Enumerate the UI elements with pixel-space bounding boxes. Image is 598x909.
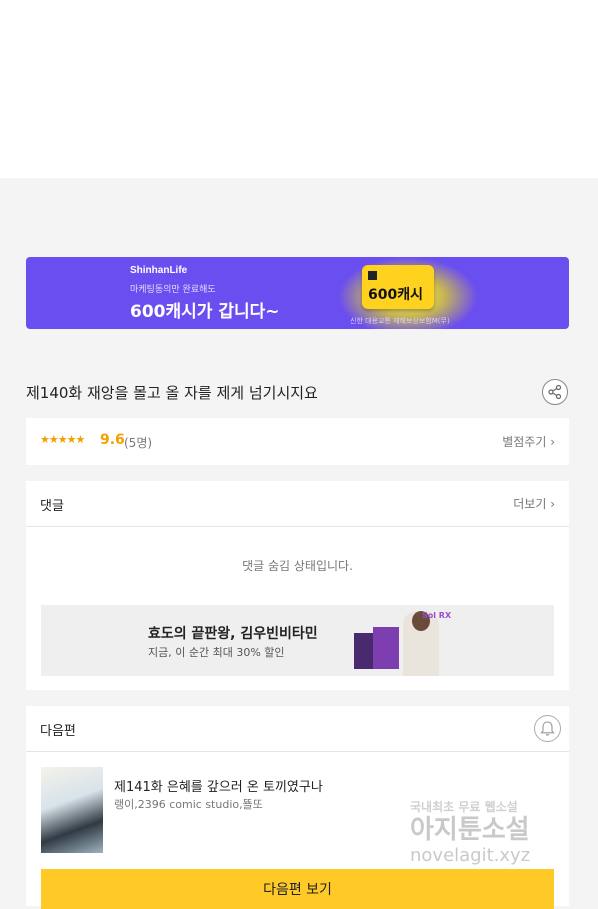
share-icon xyxy=(548,384,562,400)
cash-logo-icon xyxy=(368,271,377,280)
rate-button[interactable]: 별점주기 › xyxy=(502,433,555,450)
ad-title: 효도의 끝판왕, 김우빈비타민 xyxy=(148,626,318,642)
comments-title: 댓글 xyxy=(40,499,64,514)
product-box-image xyxy=(373,627,399,669)
watermark-line2: 아지툰소설 xyxy=(410,815,530,845)
vitamin-ad[interactable]: 효도의 끝판왕, 김우빈비타민 지금, 이 순간 최대 30% 할인 Sol R… xyxy=(41,605,554,676)
ad-logo: Sol RX xyxy=(422,611,452,620)
comments-hidden-message: 댓글 숨김 상태입니다. xyxy=(242,559,353,573)
banner-subline: 마케팅동의만 완료해도 xyxy=(130,285,216,295)
star-rating: ★★★★★ xyxy=(40,433,85,446)
top-blank-area xyxy=(0,0,598,178)
site-watermark: 국내최초 무료 웹소설 아지툰소설 novelagit.xyz xyxy=(410,798,580,866)
comments-panel: 댓글 더보기 › 댓글 숨김 상태입니다. 효도의 끝판왕, 김우빈비타민 지금… xyxy=(26,481,569,690)
rating-panel: ★★★★★ 9.6 (5명) 별점주기 › xyxy=(26,418,569,465)
share-button[interactable] xyxy=(542,379,568,405)
next-episode-title[interactable]: 제141화 은혜를 갚으러 온 토끼였구나 xyxy=(114,776,323,795)
bell-icon xyxy=(540,721,555,736)
ad-subtitle: 지금, 이 순간 최대 30% 할인 xyxy=(148,646,285,659)
cash-card-label: 600캐시 xyxy=(368,287,423,303)
rating-count: (5명) xyxy=(124,436,153,450)
divider xyxy=(26,526,569,527)
banner-brand: ShinhanLife xyxy=(130,265,188,276)
next-section-title: 다음편 xyxy=(40,724,76,739)
comments-more-link[interactable]: 더보기 › xyxy=(513,495,555,512)
watermark-line1: 국내최초 무료 웹소설 xyxy=(410,800,518,814)
rating-score: 9.6 xyxy=(100,432,125,448)
next-episode-thumbnail[interactable] xyxy=(41,767,103,853)
banner-footnote: 신한 대용교통 재해보상보험M(무) xyxy=(350,317,450,325)
notification-button[interactable] xyxy=(534,715,561,742)
next-episode-button[interactable]: 다음편 보기 xyxy=(41,869,554,909)
watermark-line3: novelagit.xyz xyxy=(410,845,531,866)
cash-card: 600캐시 xyxy=(362,265,434,309)
next-episode-authors: 랭이,2396 comic studio,뚈또 xyxy=(114,798,263,811)
divider xyxy=(26,751,569,752)
shinhan-ad-banner[interactable]: ShinhanLife 마케팅동의만 완료해도 600캐시가 갑니다~ 600캐… xyxy=(26,257,569,329)
episode-title: 제140화 재앙을 몰고 올 자를 제게 넘기시지요 xyxy=(26,384,318,402)
banner-headline: 600캐시가 갑니다~ xyxy=(130,302,280,322)
